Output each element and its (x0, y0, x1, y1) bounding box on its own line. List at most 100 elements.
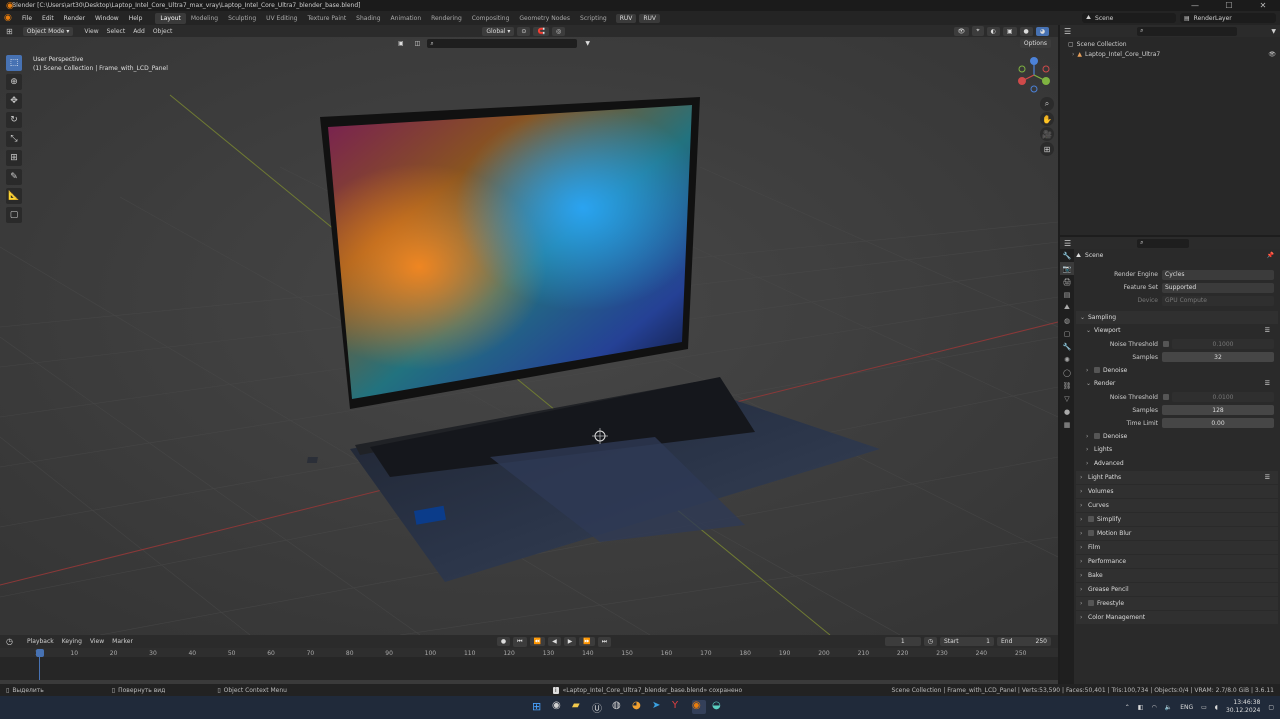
shading-rendered-icon[interactable]: ◕ (1035, 26, 1049, 36)
preview-range-icon[interactable]: ◷ (923, 637, 937, 646)
transform-tool-icon[interactable]: ⊞ (6, 150, 22, 166)
modifier-tab-icon[interactable]: 🔧 (1060, 340, 1074, 353)
texture-tab-icon[interactable]: ▦ (1060, 418, 1074, 431)
tray-chevron-icon[interactable]: ⌃ (1125, 704, 1130, 711)
visibility-icon[interactable]: 👁 (953, 26, 970, 36)
workspace-tab-compositing[interactable]: Compositing (467, 15, 515, 22)
physics-tab-icon[interactable]: ◯ (1060, 366, 1074, 379)
denoise-render-checkbox[interactable] (1094, 433, 1100, 440)
pin-icon[interactable]: 📌 (1267, 252, 1274, 259)
list-icon[interactable]: ☰ (1265, 327, 1270, 334)
workspace-tab-shading[interactable]: Shading (351, 15, 385, 22)
workspace-tab-texture-paint[interactable]: Texture Paint (302, 15, 351, 22)
particles-tab-icon[interactable]: ✺ (1060, 353, 1074, 366)
object-mode-dropdown[interactable]: Object Mode ▾ (22, 26, 74, 36)
panel-color-management[interactable]: › Color Management (1076, 610, 1278, 624)
clock[interactable]: 13:46:38 30.12.2024 (1226, 699, 1260, 715)
scale-tool-icon[interactable]: ⤡ (6, 131, 22, 147)
xray-toggle-icon[interactable]: ▣ (1002, 26, 1017, 36)
measure-tool-icon[interactable]: 📐 (6, 188, 22, 204)
panel-motion-blur[interactable]: › Motion Blur (1076, 526, 1278, 540)
blender-taskbar-icon[interactable]: ◉ (692, 700, 706, 714)
r-noise-checkbox[interactable] (1163, 394, 1169, 400)
feature-set-dropdown[interactable]: Supported (1162, 282, 1274, 293)
select-box-icon[interactable]: ▣ (394, 39, 408, 48)
filter-icon[interactable]: ▼ (581, 39, 594, 48)
viewport-menu-view[interactable]: View (80, 28, 102, 35)
snap-target-icon[interactable]: ◫ (410, 39, 425, 48)
pivot-icon[interactable]: ⊙ (517, 26, 531, 36)
steam-icon[interactable]: ◉ (552, 700, 566, 714)
menu-help[interactable]: Help (124, 15, 148, 22)
panel-curves[interactable]: › Curves (1076, 498, 1278, 512)
workspace-tab-geometry-nodes[interactable]: Geometry Nodes (514, 15, 575, 22)
pan-hand-icon[interactable]: ✋ (1040, 112, 1054, 126)
menu-file[interactable]: File (17, 15, 37, 22)
viewport-menu-object[interactable]: Object (149, 28, 177, 35)
timeline-menu-keying[interactable]: Keying (58, 638, 86, 645)
workspace-tab-uv-editing[interactable]: UV Editing (261, 15, 302, 22)
menu-render[interactable]: Render (59, 15, 90, 22)
subpanel-lights[interactable]: › Lights (1076, 443, 1278, 457)
minimize-button[interactable]: — (1178, 0, 1212, 11)
timeline-menu-playback[interactable]: Playback (23, 638, 58, 645)
panel-light-paths[interactable]: › Light Paths ☰ (1076, 470, 1278, 484)
vp-noise-field[interactable]: 0.1000 (1172, 339, 1274, 349)
panel-film[interactable]: › Film (1076, 540, 1278, 554)
tray-app-icon[interactable]: ◧ (1138, 704, 1144, 711)
workspace-tab-sculpting[interactable]: Sculpting (223, 15, 261, 22)
outliner-search-input[interactable]: ⌕ (1137, 26, 1238, 36)
properties-editor-icon[interactable]: ☰ (1064, 239, 1071, 248)
panel-performance[interactable]: › Performance (1076, 554, 1278, 568)
camera-view-icon[interactable]: 🎥 (1040, 127, 1054, 141)
viewport-search-input[interactable]: ⌕ (427, 39, 578, 48)
outliner-editor-icon[interactable]: ☰ (1064, 27, 1071, 36)
close-button[interactable]: ✕ (1246, 0, 1280, 11)
expand-chevron-icon[interactable]: › (1072, 51, 1074, 58)
denoise-checkbox[interactable] (1094, 367, 1100, 374)
subpanel-render[interactable]: ⌄ Render ☰ (1076, 377, 1278, 391)
timeline-menu-marker[interactable]: Marker (108, 638, 137, 645)
add-cube-tool-icon[interactable]: ▢ (6, 207, 22, 223)
workspace-tab-scripting[interactable]: Scripting (575, 15, 612, 22)
device-dropdown[interactable]: GPU Compute (1162, 295, 1274, 306)
panel-bake[interactable]: › Bake (1076, 568, 1278, 582)
list-icon[interactable]: ☰ (1265, 380, 1270, 387)
github-icon[interactable]: ◍ (612, 700, 626, 714)
playhead-marker[interactable] (36, 649, 44, 657)
tool-tab-icon[interactable]: 🔧 (1060, 249, 1074, 262)
outliner-scene-collection[interactable]: ▢ Scene Collection (1060, 39, 1280, 49)
outliner-filter-icon[interactable]: ▼ (1271, 28, 1276, 35)
play-icon[interactable]: ▶ (563, 637, 577, 646)
overlay-toggle-icon[interactable]: ◐ (986, 26, 1000, 36)
r-noise-field[interactable]: 0.0100 (1172, 392, 1274, 402)
material-tab-icon[interactable]: ● (1060, 405, 1074, 418)
windows-start-icon[interactable]: ⊞ (532, 700, 546, 714)
viewport-menu-add[interactable]: Add (129, 28, 149, 35)
viewport-menu-select[interactable]: Select (103, 28, 130, 35)
subpanel-advanced[interactable]: › Advanced (1076, 457, 1278, 471)
tool-app-icon[interactable]: ◒ (712, 700, 726, 714)
file-explorer-icon[interactable]: ▰ (572, 700, 586, 714)
data-tab-icon[interactable]: ▽ (1060, 392, 1074, 405)
world-tab-icon[interactable]: ◍ (1060, 314, 1074, 327)
menu-edit[interactable]: Edit (37, 15, 59, 22)
output-tab-icon[interactable]: 🖨 (1060, 275, 1074, 288)
snap-icon[interactable]: 🧲 (533, 26, 549, 36)
time-limit-field[interactable]: 0.00 (1162, 418, 1274, 428)
volume-icon[interactable]: 🔈 (1165, 704, 1172, 711)
app-icon[interactable]: ◕ (632, 700, 646, 714)
proportional-edit-icon[interactable]: ◎ (551, 26, 566, 36)
blender-menu-icon[interactable]: ◉ (4, 13, 14, 23)
timeline-area[interactable]: 1102030405060708090100110120130140150160… (0, 648, 1058, 684)
network-icon[interactable]: ▭ (1201, 704, 1207, 711)
step-back-icon[interactable]: ⏪ (529, 637, 546, 646)
record-icon[interactable]: ● (496, 637, 511, 646)
object-tab-icon[interactable]: ▢ (1060, 327, 1074, 340)
list-icon[interactable]: ☰ (1265, 474, 1270, 481)
jump-end-icon[interactable]: ⏭ (597, 636, 612, 647)
panel-volumes[interactable]: › Volumes (1076, 484, 1278, 498)
panel-simplify[interactable]: › Simplify (1076, 512, 1278, 526)
vp-noise-checkbox[interactable] (1163, 341, 1169, 347)
subpanel-denoise-render[interactable]: › Denoise (1076, 430, 1278, 444)
